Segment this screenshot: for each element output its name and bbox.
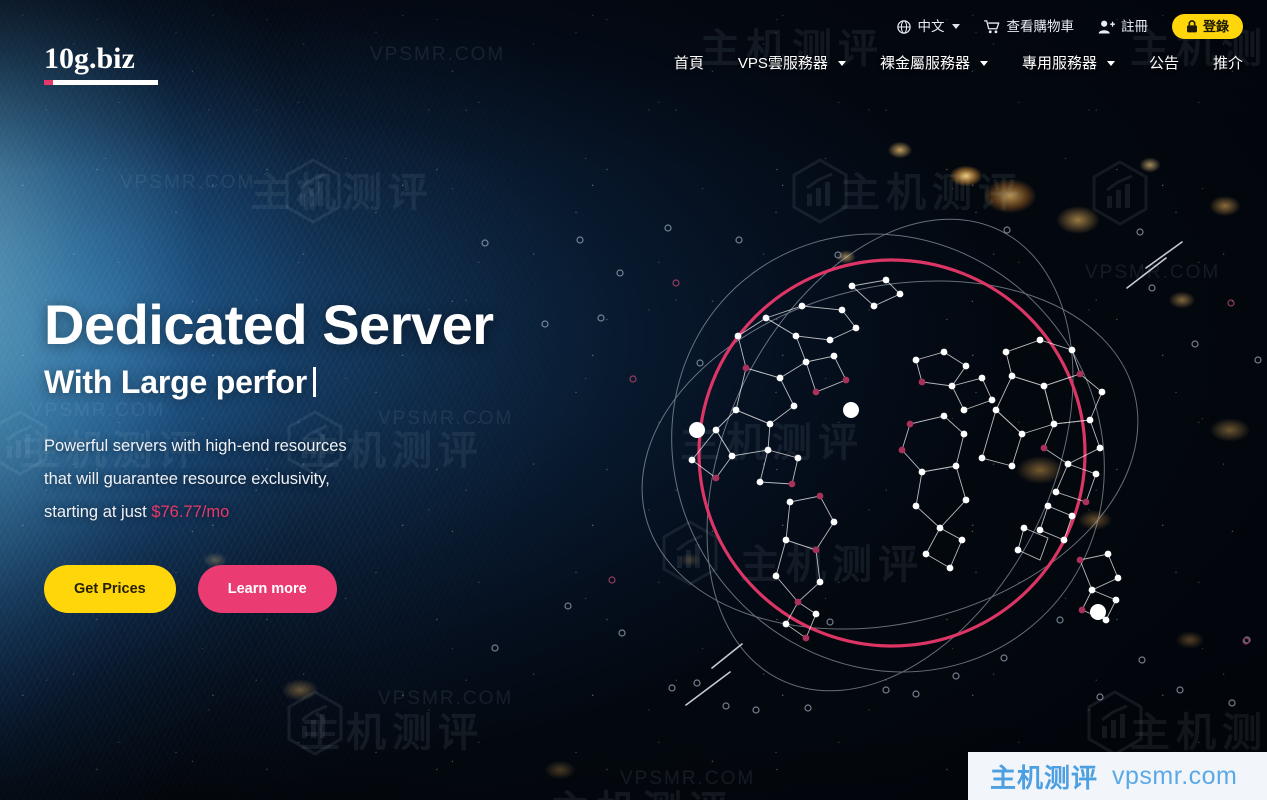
watermark-panel-cn: 主机测评	[990, 762, 1099, 793]
learn-more-button[interactable]: Learn more	[197, 564, 337, 614]
hero-subtitle: With Large perfor	[44, 363, 564, 400]
hero-price: $76.77/mo	[151, 502, 230, 521]
orbit-marker	[843, 402, 859, 418]
hero-description: Powerful servers with high-end resources…	[44, 430, 564, 529]
language-label: 中文	[917, 18, 945, 34]
site-watermark-panel: 主机测评 vpsmr.com	[968, 752, 1267, 800]
nav-label: 推介	[1212, 55, 1243, 72]
watermark-panel-en: vpsmr.com	[1112, 761, 1238, 790]
nav-item-vps-cloud-servers[interactable]: VPS雲服務器	[738, 56, 846, 71]
hero-subtitle-text: With Large perfor	[44, 363, 307, 400]
hero-desc-line-3: starting at just $76.77/mo	[44, 496, 564, 529]
orbit-marker	[1090, 604, 1106, 620]
chevron-down-icon	[952, 24, 961, 29]
nav-item-bare-metal-servers[interactable]: 裸金屬服務器	[880, 56, 988, 71]
nav-label: 首頁	[673, 55, 704, 72]
hero-title: Dedicated Server	[44, 293, 494, 356]
page-root: VPSMR.COM 主机测评 主机测评 VPSMR.COM 主机测评 主机测评 …	[0, 0, 1267, 800]
login-button[interactable]: 登錄	[1171, 14, 1243, 39]
lock-icon	[1186, 20, 1197, 33]
typewriter-cursor	[313, 367, 316, 398]
language-selector[interactable]: 中文	[897, 18, 961, 34]
logo-text: 10g.biz	[44, 42, 135, 75]
nav-label: VPS雲服務器	[737, 55, 828, 72]
login-label: 登錄	[1202, 19, 1229, 34]
get-prices-button[interactable]: Get Prices	[44, 564, 176, 614]
hero-section: Dedicated Server With Large perfor Power…	[44, 293, 564, 614]
nav-item-announcements[interactable]: 公告	[1149, 56, 1179, 71]
network-globe-illustration	[641, 218, 1139, 692]
site-logo[interactable]: 10g.biz	[44, 44, 158, 85]
globe-icon	[897, 19, 912, 34]
nav-item-dedicated-servers[interactable]: 專用服務器	[1022, 56, 1115, 71]
chevron-down-icon	[1106, 61, 1115, 66]
nav-item-referral[interactable]: 推介	[1213, 56, 1243, 71]
chevron-down-icon	[837, 61, 846, 66]
utility-topbar: 中文 查看購物車 註冊 登錄	[897, 14, 1243, 39]
register-label: 註冊	[1120, 18, 1148, 34]
chevron-down-icon	[979, 61, 988, 66]
user-plus-icon	[1098, 20, 1115, 34]
nav-label: 公告	[1148, 55, 1179, 72]
hero-action-buttons: Get Prices Learn more	[44, 564, 564, 614]
nav-item-home[interactable]: 首頁	[674, 56, 704, 71]
view-cart-label: 查看購物車	[1006, 18, 1074, 34]
hero-desc-line-1: Powerful servers with high-end resources	[44, 436, 347, 455]
nav-label: 專用服務器	[1021, 55, 1097, 72]
globe-ring	[697, 258, 1087, 648]
logo-underline-accent	[44, 80, 53, 85]
cart-icon	[984, 19, 1000, 33]
nav-label: 裸金屬服務器	[879, 55, 970, 72]
view-cart-link[interactable]: 查看購物車	[984, 18, 1074, 34]
hero-desc-line-2: that will guarantee resource exclusivity…	[44, 469, 330, 488]
main-navigation: 首頁 VPS雲服務器 裸金屬服務器 專用服務器 公告 推介	[674, 56, 1243, 71]
hero-desc-prefix: starting at just	[44, 502, 152, 521]
logo-underline-bar	[44, 80, 158, 85]
register-link[interactable]: 註冊	[1098, 20, 1148, 34]
orbit-marker	[689, 422, 705, 438]
